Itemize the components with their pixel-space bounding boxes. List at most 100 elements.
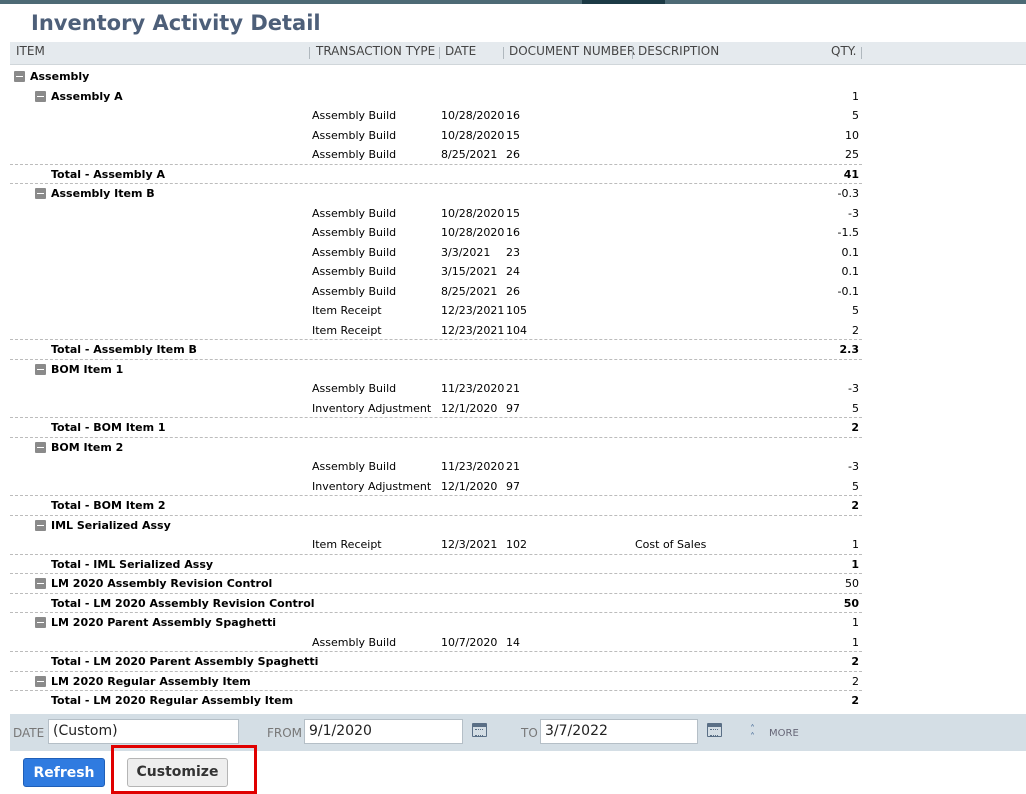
document-number-cell: 102 [506, 538, 527, 551]
qty-cell: -0.3 [837, 187, 859, 200]
group-label: LM 2020 Assembly Revision Control [51, 577, 273, 590]
total-row: Total - LM 2020 Parent Assembly Spaghett… [0, 651, 1026, 671]
table-row: Assembly Build 3/3/2021 23 0.1 [0, 243, 1026, 262]
to-label: TO [521, 726, 538, 740]
table-row: Assembly Build 10/28/2020 16 5 [0, 106, 1026, 125]
minus-square-icon[interactable] [35, 675, 46, 687]
transaction-type-cell[interactable]: Assembly Build [312, 145, 396, 164]
minus-square-icon[interactable] [14, 71, 25, 82]
total-row: Total - Assembly Item B 2.3 [0, 339, 1026, 359]
document-number-cell: 15 [506, 206, 520, 220]
transaction-type-cell[interactable]: Assembly Build [312, 126, 396, 145]
minus-square-icon[interactable] [35, 363, 46, 375]
transaction-type-cell[interactable]: Assembly Build [312, 282, 396, 301]
qty-cell: 1 [852, 538, 859, 551]
group-label: Assembly A [51, 89, 123, 103]
transaction-type-cell[interactable]: Item Receipt [312, 321, 382, 340]
column-header-document-number[interactable]: DOCUMENT NUMBER [509, 44, 635, 58]
qty-cell: 25 [845, 148, 859, 161]
total-qty-cell: 2 [851, 655, 859, 668]
group-label: Assembly Item B [51, 187, 155, 200]
qty-cell: 2 [852, 674, 859, 688]
qty-cell: 5 [852, 479, 859, 493]
document-number-cell: 26 [506, 284, 520, 298]
minus-square-icon[interactable] [35, 578, 46, 589]
transaction-type-cell[interactable]: Assembly Build [312, 223, 396, 242]
column-header-item[interactable]: ITEM [16, 44, 45, 58]
transaction-type-cell[interactable]: Assembly Build [312, 106, 396, 125]
group-label: LM 2020 Regular Assembly Item [51, 674, 251, 688]
column-header-qty[interactable]: QTY. [831, 44, 857, 58]
date-cell: 12/1/2020 [441, 479, 498, 493]
group-row: BOM Item 2 [0, 436, 1026, 457]
table-row: Assembly Build 10/28/2020 15 10 [0, 126, 1026, 145]
table-row: Item Receipt 12/3/2021 102 Cost of Sales 1 [0, 535, 1026, 554]
column-divider [861, 47, 862, 59]
table-row: Assembly Build 10/28/2020 15 -3 [0, 204, 1026, 223]
transaction-type-cell[interactable]: Assembly Build [312, 457, 396, 476]
document-number-cell: 16 [506, 226, 520, 239]
table-row: Assembly Build 8/25/2021 26 -0.1 [0, 282, 1026, 301]
date-filter-label: DATE [13, 726, 45, 740]
calendar-icon[interactable] [472, 723, 487, 737]
table-row: Assembly Build 10/7/2020 14 1 [0, 633, 1026, 652]
column-divider [309, 47, 310, 59]
qty-cell: 1 [852, 89, 859, 103]
total-qty-cell: 2.3 [839, 343, 860, 356]
document-number-cell: 15 [506, 128, 520, 142]
total-qty-cell: 1 [851, 557, 859, 571]
group-row: Assembly [0, 67, 1026, 86]
page-title: Inventory Activity Detail [31, 11, 321, 35]
date-cell: 8/25/2021 [441, 284, 498, 298]
date-cell: 12/23/2021 [441, 323, 505, 337]
document-number-cell: 24 [506, 265, 520, 278]
qty-cell: 0.1 [841, 245, 860, 259]
table-row: Assembly Build 11/23/2020 21 -3 [0, 379, 1026, 398]
document-number-cell: 23 [506, 245, 520, 259]
column-header-transaction-type[interactable]: TRANSACTION TYPE [316, 44, 435, 58]
transaction-type-cell[interactable]: Assembly Build [312, 633, 396, 652]
transaction-type-cell[interactable]: Assembly Build [312, 204, 396, 223]
minus-square-icon[interactable] [35, 441, 46, 453]
from-date-input[interactable]: 9/1/2020 [304, 719, 463, 744]
qty-cell: 2 [852, 323, 859, 337]
table-row: Assembly Build 11/23/2020 21 -3 [0, 457, 1026, 476]
transaction-type-cell[interactable]: Assembly Build [312, 243, 396, 262]
report-header: ITEM TRANSACTION TYPE DATE DOCUMENT NUMB… [10, 42, 1026, 65]
date-range-select[interactable]: (Custom) [48, 719, 239, 744]
refresh-button[interactable]: Refresh [23, 758, 105, 787]
transaction-type-cell[interactable]: Inventory Adjustment [312, 477, 431, 496]
group-row: LM 2020 Parent Assembly Spaghetti 1 [0, 612, 1026, 632]
total-row: Total - BOM Item 1 2 [0, 417, 1026, 437]
minus-square-icon[interactable] [35, 90, 46, 102]
minus-square-icon[interactable] [35, 617, 46, 628]
date-cell: 12/1/2020 [441, 401, 498, 415]
date-cell: 10/28/2020 [441, 206, 505, 220]
transaction-type-cell[interactable]: Item Receipt [312, 301, 382, 320]
transaction-type-cell[interactable]: Assembly Build [312, 262, 396, 281]
column-header-description[interactable]: DESCRIPTION [638, 44, 719, 58]
calendar-icon[interactable] [707, 723, 722, 737]
group-label: IML Serialized Assy [51, 518, 171, 532]
minus-square-icon[interactable] [35, 519, 46, 531]
transaction-type-cell[interactable]: Inventory Adjustment [312, 399, 431, 418]
total-label: Total - LM 2020 Regular Assembly Item [51, 694, 294, 707]
transaction-type-cell[interactable]: Item Receipt [312, 535, 382, 554]
minus-square-icon[interactable] [35, 188, 46, 199]
total-label: Total - BOM Item 2 [51, 499, 166, 512]
column-header-date[interactable]: DATE [445, 44, 476, 58]
date-cell: 10/28/2020 [441, 128, 505, 142]
more-filters-link[interactable]: MORE [769, 728, 799, 739]
transaction-type-cell[interactable]: Assembly Build [312, 379, 396, 398]
date-cell: 10/7/2020 [441, 635, 498, 649]
qty-cell: 1 [852, 635, 859, 649]
qty-cell: -3 [848, 382, 859, 395]
group-row: IML Serialized Assy [0, 514, 1026, 535]
total-row: Total - BOM Item 2 2 [0, 495, 1026, 515]
to-date-input[interactable]: 3/7/2022 [540, 719, 698, 744]
total-label: Total - LM 2020 Assembly Revision Contro… [51, 596, 315, 610]
group-row: BOM Item 1 [0, 358, 1026, 379]
double-chevron-up-icon[interactable]: ˄ ˄ [750, 725, 755, 743]
document-number-cell: 21 [506, 382, 520, 395]
qty-cell: 10 [845, 128, 859, 142]
